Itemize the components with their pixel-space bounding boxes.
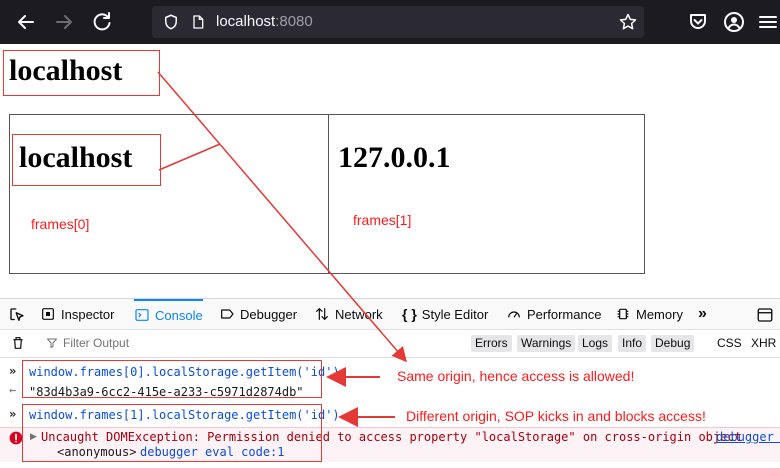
tab-inspector[interactable]: Inspector xyxy=(40,299,114,329)
filter-css-button[interactable]: CSS xyxy=(717,335,742,352)
note-different-origin: Different origin, SOP kicks in and block… xyxy=(406,408,706,424)
trash-icon[interactable] xyxy=(10,334,26,352)
reload-icon[interactable] xyxy=(90,10,114,34)
iframe-1[interactable]: 127.0.0.1 frames[1] xyxy=(328,114,645,274)
network-icon xyxy=(316,307,328,321)
braces-icon: { } xyxy=(402,306,417,322)
url-port: :8080 xyxy=(275,13,313,30)
annotation-box-different-origin xyxy=(22,404,322,462)
error-source-link[interactable]: debugger e xyxy=(716,430,780,444)
output-arrow-icon: ← xyxy=(9,383,17,397)
filter-output-input[interactable]: Filter Output xyxy=(46,336,129,350)
frame-0-label: frames[0] xyxy=(31,216,90,232)
error-icon xyxy=(9,431,23,445)
inspector-icon xyxy=(42,308,54,320)
shield-icon[interactable] xyxy=(162,13,180,31)
console-icon xyxy=(135,309,149,321)
filter-warnings-button[interactable]: Warnings xyxy=(517,335,576,352)
tab-performance[interactable]: Performance xyxy=(506,299,601,329)
filter-xhr-button[interactable]: XHR xyxy=(751,335,776,352)
input-chevron-icon: » xyxy=(9,407,17,421)
url-text[interactable]: localhost:8080 xyxy=(216,13,313,30)
bookmark-star-icon[interactable] xyxy=(618,12,638,32)
annotation-box-frame xyxy=(12,134,161,186)
url-bar[interactable]: localhost:8080 xyxy=(152,6,644,38)
forward-arrow-icon[interactable] xyxy=(52,10,76,34)
annotation-box-same-origin xyxy=(22,360,322,398)
note-same-origin: Same origin, hence access is allowed! xyxy=(397,368,635,384)
annotation-box-top xyxy=(3,50,160,96)
tab-network[interactable]: Network xyxy=(314,299,383,329)
pocket-icon[interactable] xyxy=(686,10,710,34)
filter-errors-button[interactable]: Errors xyxy=(471,335,512,352)
more-tabs-chevron-icon[interactable]: » xyxy=(698,299,707,329)
url-host: localhost xyxy=(216,13,276,30)
page-content: localhost localhost frames[0] 127.0.0.1 … xyxy=(0,44,780,298)
console-toolbar: Filter Output Errors Warnings Logs Info … xyxy=(0,330,780,358)
gauge-icon xyxy=(508,311,520,318)
account-icon[interactable] xyxy=(722,10,746,34)
element-picker-icon[interactable] xyxy=(8,306,26,324)
back-arrow-icon[interactable] xyxy=(14,10,38,34)
filter-logs-button[interactable]: Logs xyxy=(578,335,613,352)
funnel-icon xyxy=(47,338,57,348)
dock-layout-icon[interactable] xyxy=(756,306,774,324)
input-chevron-icon: » xyxy=(9,364,17,378)
tab-console[interactable]: Console xyxy=(134,299,203,329)
tab-memory[interactable]: Memory xyxy=(615,299,683,329)
debugger-icon xyxy=(221,309,234,319)
devtools-tabs: Inspector Console Debugger Network { } S… xyxy=(0,299,780,330)
filter-debug-button[interactable]: Debug xyxy=(651,335,695,352)
frame-1-heading: 127.0.0.1 xyxy=(338,141,451,174)
tab-style-editor[interactable]: { } Style Editor xyxy=(402,299,488,329)
filter-info-button[interactable]: Info xyxy=(618,335,647,352)
page-icon xyxy=(193,15,204,29)
frame-1-label: frames[1] xyxy=(353,212,412,228)
tab-debugger[interactable]: Debugger xyxy=(219,299,297,329)
browser-toolbar: localhost:8080 xyxy=(0,0,780,44)
menu-icon[interactable] xyxy=(756,10,780,34)
memory-chip-icon xyxy=(617,308,629,320)
